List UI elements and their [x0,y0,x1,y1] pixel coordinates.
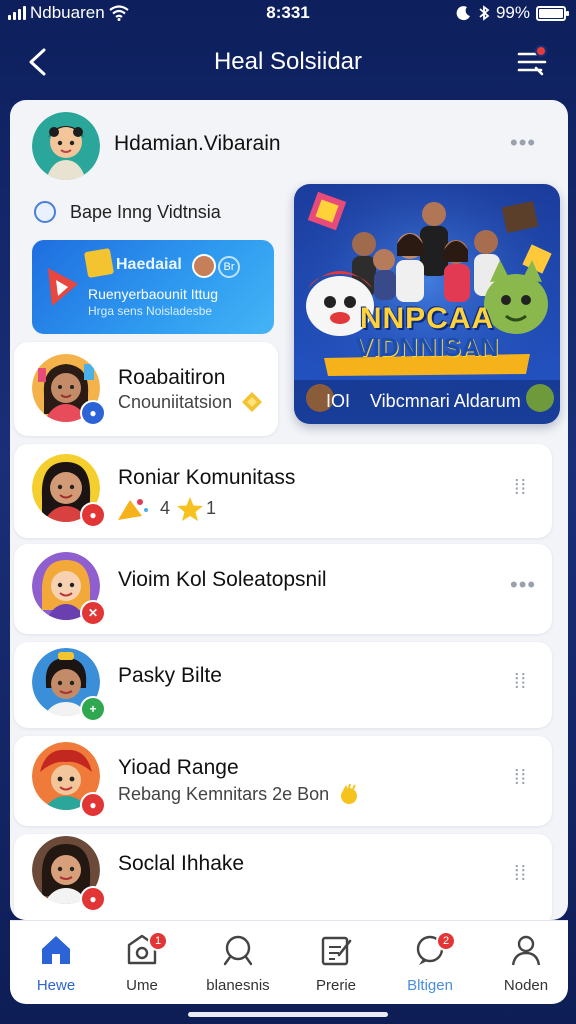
page-title: Heal Solsiidar [213,48,363,75]
promo-title: Haedaial [116,256,182,273]
globe-icon [34,201,56,223]
nav-label: Noden [503,977,549,994]
diamond-icon [242,392,262,412]
post-more-button[interactable]: ••• [510,132,536,154]
live-badge-icon: ● [80,886,106,912]
nav-item-chat[interactable]: 2 Bltigen [384,931,476,1001]
bluetooth-icon [479,5,490,21]
list-item[interactable]: ● Soclal Ihhake ⁞⁞ [14,834,552,920]
list-item[interactable]: ● Roabaitiron Cnouniitatsion [14,342,278,436]
feature-caption-right: Vibcmnari Aldarum [370,391,521,411]
nav-label: blanesnis [206,977,270,994]
drag-handle-icon[interactable]: ⁞⁞ [514,864,527,884]
home-icon [42,936,70,964]
row-name: Pasky Bilte [118,664,222,687]
nav-label: Ume [126,977,158,994]
row-name: Soclal Ihhake [118,852,245,875]
list-item[interactable]: ✕ Vioim Kol Soleatopsnil ••• [14,544,552,634]
post-author-name[interactable]: Hdamian.Vibarain [114,132,281,156]
app-header: Heal Solsiidar [0,36,576,88]
profile-icon [511,935,541,966]
post-author-avatar[interactable] [32,112,100,180]
row-name: Roniar Komunitass [118,466,296,489]
home-indicator[interactable] [188,1012,388,1017]
feature-title-line-1: NNPCAA [359,302,495,335]
row-count: 4 [160,498,171,518]
battery-fill [539,8,563,18]
star-icon [177,497,203,521]
row-more-button[interactable]: ••• [510,574,536,596]
verified-badge-icon: ● [80,400,106,426]
drag-handle-icon[interactable]: ⁞⁞ [514,478,527,498]
live-badge-icon: ● [80,502,106,528]
list-item[interactable]: + Pasky Bilte ⁞⁞ [14,642,552,728]
flag-icon [83,247,115,279]
nav-item-search[interactable]: blanesnis [192,931,284,1001]
nav-badge: 2 [436,931,456,951]
moon-icon [456,6,470,21]
drag-handle-icon[interactable]: ⁞⁞ [514,672,527,692]
promo-avatar [192,254,216,278]
nav-item-profile[interactable]: Noden [480,931,572,1001]
nav-label: Bltigen [407,977,453,994]
compose-icon [321,936,352,966]
battery-percent: 99% [495,3,530,22]
nav-badge: 1 [148,931,168,951]
post-tag[interactable]: Bape Inng Vidtnsia [70,202,221,223]
content-panel: Hdamian.Vibarain ••• Bape Inng Vidtnsia … [10,100,568,920]
bottom-nav: Hewe 1 Ume blanesnis Prerie 2 Bltigen No… [10,920,568,1004]
feature-caption-left: IOI [326,391,351,411]
search-icon [223,935,253,966]
nav-item-compose[interactable]: Prerie [290,931,382,1001]
row-subtitle: Cnouniitatsion [118,392,233,412]
nav-item-home[interactable]: Hewe [10,931,102,1001]
feature-image-card[interactable]: NNPCAA VIDNNISAN IOI Vibcmnari Aldarum [294,184,560,424]
menu-button[interactable] [514,44,550,80]
party-icon [118,499,148,520]
row-name: Vioim Kol Soleatopsnil [118,568,327,591]
close-badge-icon: ✕ [80,600,106,626]
drag-handle-icon[interactable]: ⁞⁞ [514,768,527,788]
notification-dot [535,45,547,57]
hand-icon [341,784,357,804]
row-subtitle: Rebang Kemnitars 2e Bon [118,784,330,804]
status-bar: Ndbuaren 8:331 99% [0,0,576,28]
nav-label: Prerie [315,977,356,994]
row-count-2: 1 [206,498,217,518]
row-name: Yioad Range [118,756,239,779]
nav-label: Hewe [36,977,76,994]
list-item[interactable]: ● Roniar Komunitass 4 1 ⁞⁞ [14,444,552,538]
feature-title-line-2: VIDNNISAN [355,332,499,362]
promo-banner[interactable]: Haedaial Br Ruenyerbaounit Ittug Hrga se… [32,240,274,334]
row-name: Roabaitiron [118,366,226,389]
promo-line-1: Ruenyerbaounit Ittug [88,286,218,302]
promo-line-2: Hrga sens Noisladesbe [88,304,213,318]
play-icon [48,268,78,306]
live-badge-icon: ● [80,792,106,818]
status-right: 99% [456,3,569,23]
list-item[interactable]: ● Yioad Range Rebang Kemnitars 2e Bon ⁞⁞ [14,736,552,826]
add-badge-icon: + [80,696,106,722]
promo-badge: Br [218,256,240,278]
battery-icon [536,5,569,21]
nav-item-camera[interactable]: 1 Ume [96,931,188,1001]
